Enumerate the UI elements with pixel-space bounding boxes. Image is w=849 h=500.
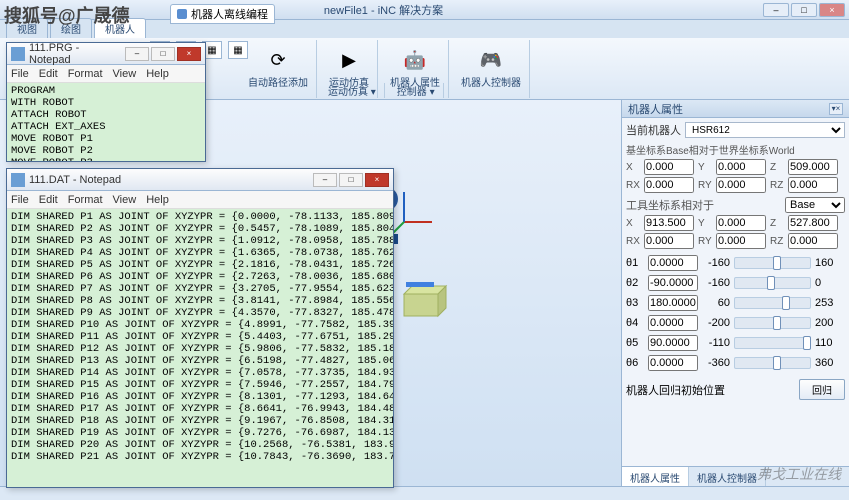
notepad-prg-menu: File Edit Format View Help: [7, 65, 205, 83]
tab-robot-props[interactable]: 机器人属性: [622, 467, 689, 486]
joint-slider[interactable]: [734, 337, 811, 349]
properties-title: 机器人属性 ▾×: [622, 100, 849, 118]
notepad-prg-body[interactable]: PROGRAM WITH ROBOT ATTACH ROBOT ATTACH E…: [7, 83, 205, 161]
current-robot-label: 当前机器人: [626, 122, 681, 138]
base-frame-label: 基坐标系Base相对于世界坐标系World: [626, 142, 845, 157]
tool-relative-select[interactable]: Base: [785, 197, 845, 213]
menu-item[interactable]: View: [113, 68, 137, 80]
menu-item[interactable]: File: [11, 194, 29, 206]
watermark-text: 搜狐号@广晟德: [4, 2, 130, 28]
joint-value-input[interactable]: [648, 295, 698, 311]
base-rz-input[interactable]: [788, 177, 838, 193]
tab-robot-controller[interactable]: 机器人控制器: [689, 467, 766, 486]
menu-item[interactable]: Help: [146, 68, 169, 80]
robot-model-select[interactable]: HSR612: [685, 122, 845, 138]
joint-value-input[interactable]: [648, 315, 698, 331]
np1-min-button[interactable]: –: [125, 47, 149, 61]
doc-tab-4[interactable]: ▦: [228, 41, 248, 59]
tool-coords: X Y Z RX RY RZ: [626, 215, 845, 249]
tool-rx-input[interactable]: [644, 233, 694, 249]
joint-value-input[interactable]: [648, 355, 698, 371]
ribbon-group-labels: 运动仿真 ▾ 控制器 ▾: [240, 81, 621, 99]
home-button[interactable]: 回归: [799, 379, 845, 400]
base-rx-input[interactable]: [644, 177, 694, 193]
np2-min-button[interactable]: –: [313, 173, 337, 187]
np2-close-button[interactable]: ×: [365, 173, 389, 187]
joint-row: θ2-1600: [626, 275, 845, 291]
joint-slider[interactable]: [734, 257, 811, 269]
menu-item[interactable]: View: [113, 194, 137, 206]
notepad-dat-body[interactable]: DIM SHARED P1 AS JOINT OF XYZYPR = {0.00…: [7, 209, 393, 487]
np2-max-button[interactable]: □: [339, 173, 363, 187]
np1-close-button[interactable]: ×: [177, 47, 201, 61]
ribbon-icon: 🤖: [403, 48, 427, 72]
dock-tab-offline-programming[interactable]: 机器人离线编程: [170, 4, 275, 24]
joint-value-input[interactable]: [648, 335, 698, 351]
menu-item[interactable]: File: [11, 68, 29, 80]
menu-item[interactable]: Format: [68, 68, 103, 80]
joint-row: θ4-200200: [626, 315, 845, 331]
base-coords: X Y Z RX RY RZ: [626, 159, 845, 193]
joint-slider[interactable]: [734, 357, 811, 369]
notepad-prg[interactable]: 111.PRG - Notepad – □ × File Edit Format Vi…: [6, 42, 206, 162]
tool-z-input[interactable]: [788, 215, 838, 231]
menu-item[interactable]: Edit: [39, 68, 58, 80]
notepad-dat[interactable]: 111.DAT - Notepad – □ × File Edit Format Vi…: [6, 168, 394, 488]
minimize-button[interactable]: –: [763, 3, 789, 17]
ribbon-icon: ▶: [337, 48, 361, 72]
np1-max-button[interactable]: □: [151, 47, 175, 61]
joint-slider[interactable]: [734, 317, 811, 329]
tool-frame-label: 工具坐标系相对于: [626, 197, 714, 213]
joint-value-input[interactable]: [648, 275, 698, 291]
tool-y-input[interactable]: [716, 215, 766, 231]
notepad-dat-menu: File Edit Format View Help: [7, 191, 393, 209]
maximize-button[interactable]: □: [791, 3, 817, 17]
footer-brand: 弗戈工业在线: [757, 464, 841, 484]
ribbon-group-label: 运动仿真 ▾: [320, 83, 385, 98]
status-bar: [0, 486, 849, 500]
close-button[interactable]: ×: [819, 3, 845, 17]
menu-item[interactable]: Format: [68, 194, 103, 206]
menu-item[interactable]: Help: [146, 194, 169, 206]
base-y-input[interactable]: [716, 159, 766, 175]
notepad-dat-title: 111.DAT - Notepad: [29, 174, 311, 186]
joint-row: θ360253: [626, 295, 845, 311]
joint-value-input[interactable]: [648, 255, 698, 271]
joint-row: θ1-160160: [626, 255, 845, 271]
tool-x-input[interactable]: [644, 215, 694, 231]
tool-rz-input[interactable]: [788, 233, 838, 249]
notepad-prg-title: 111.PRG - Notepad: [29, 42, 123, 66]
menu-item[interactable]: Edit: [39, 194, 58, 206]
tool-ry-input[interactable]: [716, 233, 766, 249]
base-ry-input[interactable]: [716, 177, 766, 193]
properties-close-icon[interactable]: ▾×: [829, 103, 843, 115]
notepad-dat-titlebar[interactable]: 111.DAT - Notepad – □ ×: [7, 169, 393, 191]
base-x-input[interactable]: [644, 159, 694, 175]
ribbon-group-label: 控制器 ▾: [389, 83, 444, 98]
joint-row: θ5-110110: [626, 335, 845, 351]
notepad-icon: [11, 47, 25, 61]
ribbon-icon: ⟳: [266, 48, 290, 72]
joint-slider[interactable]: [734, 277, 811, 289]
joint-row: θ6-360360: [626, 355, 845, 371]
notepad-prg-titlebar[interactable]: 111.PRG - Notepad – □ ×: [7, 43, 205, 65]
ribbon-icon: 🎮: [479, 48, 503, 72]
joint-slider[interactable]: [734, 297, 811, 309]
notepad-icon: [11, 173, 25, 187]
properties-panel: 机器人属性 ▾× 当前机器人 HSR612 基坐标系Base相对于世界坐标系Wo…: [621, 100, 849, 486]
base-z-input[interactable]: [788, 159, 838, 175]
home-label: 机器人回归初始位置: [626, 382, 725, 398]
